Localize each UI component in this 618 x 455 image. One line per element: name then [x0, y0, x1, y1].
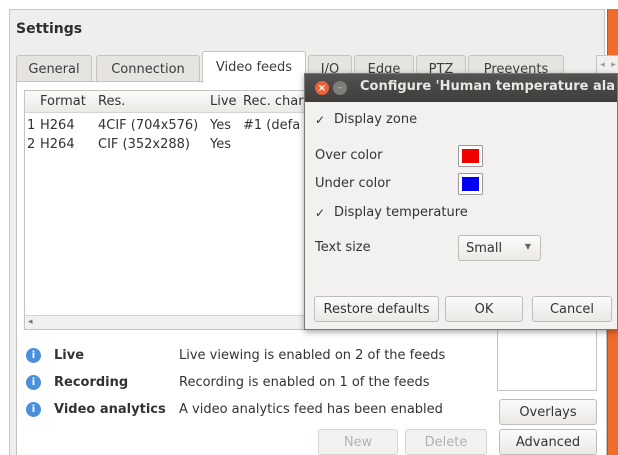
- display-zone-label: Display zone: [334, 112, 418, 127]
- row-index: 1: [27, 118, 36, 133]
- configure-dialog: × – Configure 'Human temperature ala ✓ D…: [304, 73, 618, 330]
- row-live: Yes: [210, 118, 231, 133]
- row-rec: #1 (defa: [243, 118, 301, 133]
- info-icon: i: [26, 347, 41, 363]
- tab-connection[interactable]: Connection: [96, 55, 200, 82]
- column-header-format[interactable]: Format: [40, 94, 86, 109]
- ok-button[interactable]: OK: [445, 296, 523, 322]
- row-format: H264: [40, 137, 75, 152]
- info-description: Recording is enabled on 1 of the feeds: [179, 374, 430, 390]
- info-icon: i: [26, 401, 41, 417]
- dialog-titlebar[interactable]: × – Configure 'Human temperature ala: [305, 74, 617, 102]
- scroll-left-icon[interactable]: ◂: [28, 317, 33, 327]
- settings-window: Settings General Connection Video feeds …: [0, 0, 618, 455]
- cancel-button[interactable]: Cancel: [532, 296, 612, 322]
- info-name: Live: [54, 347, 85, 363]
- tab-video-feeds[interactable]: Video feeds: [202, 51, 306, 83]
- table-header: Format Res. Live Rec. char: [25, 91, 313, 113]
- info-recording: i Recording Recording is enabled on 1 of…: [24, 372, 494, 392]
- row-live: Yes: [210, 137, 231, 152]
- over-color-button[interactable]: [458, 145, 483, 167]
- chevron-down-icon: ▼: [524, 242, 531, 251]
- row-res: CIF (352x288): [98, 137, 190, 152]
- minimize-icon[interactable]: –: [333, 81, 347, 95]
- chevron-left-icon[interactable]: ◂: [597, 56, 608, 74]
- text-size-select[interactable]: Small ▼: [458, 235, 541, 261]
- info-video-analytics: i Video analytics A video analytics feed…: [24, 399, 494, 419]
- chevron-right-icon[interactable]: ▸: [608, 56, 618, 74]
- row-index: 2: [27, 137, 36, 152]
- dialog-body: ✓ Display zone Over color Under color ✓ …: [305, 102, 617, 331]
- tab-general[interactable]: General: [16, 55, 92, 82]
- under-color-button[interactable]: [458, 173, 483, 195]
- over-color-swatch: [462, 149, 479, 163]
- over-color-label: Over color: [315, 148, 383, 163]
- display-temperature-checkbox[interactable]: ✓ Display temperature: [315, 205, 468, 220]
- column-header-rec[interactable]: Rec. char: [243, 94, 304, 109]
- check-icon: ✓: [315, 112, 326, 127]
- column-header-res[interactable]: Res.: [98, 94, 125, 109]
- check-icon: ✓: [315, 205, 326, 220]
- horizontal-scrollbar[interactable]: ◂: [25, 315, 313, 329]
- column-header-live[interactable]: Live: [210, 94, 237, 109]
- advanced-button[interactable]: Advanced: [499, 429, 597, 455]
- display-zone-checkbox[interactable]: ✓ Display zone: [315, 112, 417, 127]
- close-icon[interactable]: ×: [315, 81, 329, 95]
- top-gap: [0, 0, 618, 9]
- row-res: 4CIF (704x576): [98, 118, 199, 133]
- row-format: H264: [40, 118, 75, 133]
- under-color-swatch: [462, 177, 479, 191]
- dialog-title: Configure 'Human temperature ala: [360, 79, 615, 94]
- info-name: Video analytics: [54, 401, 166, 417]
- delete-button[interactable]: Delete: [405, 429, 487, 455]
- info-description: Live viewing is enabled on 2 of the feed…: [179, 347, 446, 363]
- feeds-table: Format Res. Live Rec. char 1 H264 4CIF (…: [24, 90, 314, 330]
- new-button[interactable]: New: [318, 429, 398, 455]
- page-title: Settings: [16, 21, 83, 37]
- display-temperature-label: Display temperature: [334, 205, 468, 220]
- text-size-value: Small: [466, 240, 503, 256]
- info-description: A video analytics feed has been enabled: [179, 401, 443, 417]
- restore-defaults-button[interactable]: Restore defaults: [314, 296, 439, 322]
- info-icon: i: [26, 374, 41, 390]
- text-size-label: Text size: [315, 240, 371, 255]
- info-name: Recording: [54, 374, 129, 390]
- info-live: i Live Live viewing is enabled on 2 of t…: [24, 345, 494, 365]
- overlays-button[interactable]: Overlays: [499, 399, 597, 425]
- under-color-label: Under color: [315, 176, 391, 191]
- tab-scroll-arrows[interactable]: ◂ ▸: [596, 55, 618, 75]
